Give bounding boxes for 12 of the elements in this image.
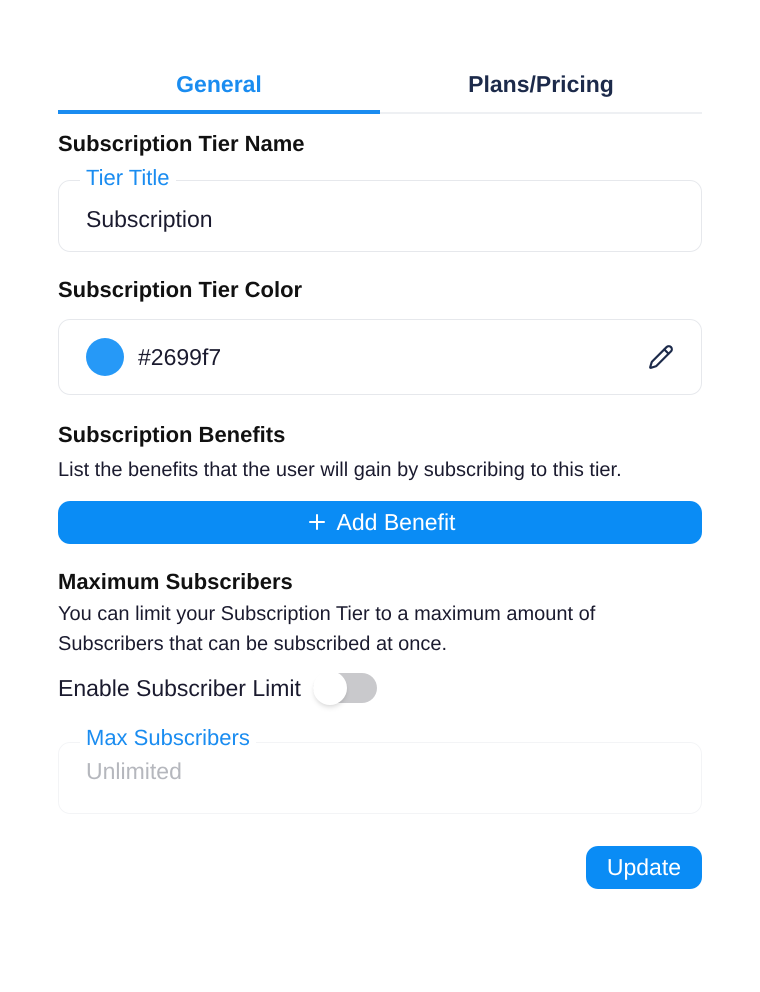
section-heading: Maximum Subscribers: [58, 568, 294, 595]
color-field[interactable]: #2699f7: [58, 319, 702, 395]
tab[interactable]: Plans/Pricing: [380, 58, 702, 114]
toggle-switch[interactable]: [312, 673, 377, 704]
section-description: You can limit your Subscription Tier to a maximum amount of Subscribers that can be subscribed at once.: [58, 602, 596, 657]
section-description: List the benefits that the user will gain by subscribing to this tier.: [58, 458, 623, 482]
edit-icon[interactable]: [648, 344, 674, 370]
color-value: #2699f7: [138, 342, 222, 372]
toggle-label: Enable Subscriber Limit: [58, 674, 301, 703]
section-heading: Subscription Benefits: [58, 421, 286, 448]
section-heading: Subscription Tier Name: [58, 130, 306, 158]
section-heading: Subscription Tier Color: [58, 276, 304, 303]
